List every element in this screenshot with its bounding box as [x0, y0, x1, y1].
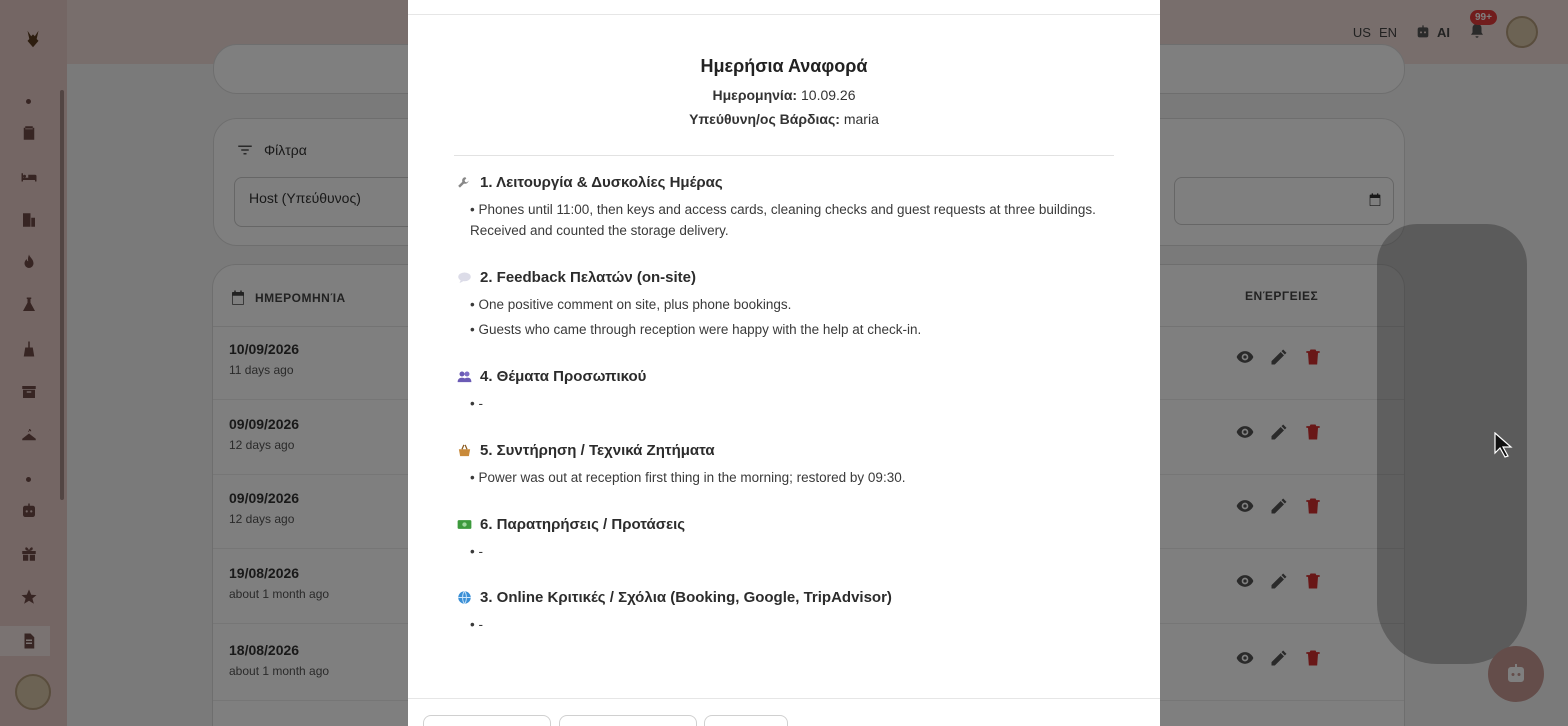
section-title: 3. Online Κριτικές / Σχόλια (Booking, Go… [480, 589, 892, 606]
section-title: 1. Λειτουργία & Δυσκολίες Ημέρας [480, 174, 723, 191]
section-heading: 2. Feedback Πελατών (on-site) [456, 269, 1096, 286]
modal-footer [408, 698, 1160, 726]
mouse-cursor-icon [1494, 432, 1513, 458]
section-item: - [470, 614, 1096, 635]
speech-bubble-icon [456, 270, 472, 286]
section-item: Phones until 11:00, then keys and access… [470, 199, 1096, 241]
report-section: 3. Online Κριτικές / Σχόλια (Booking, Go… [456, 589, 1096, 639]
section-title: 6. Παρατηρήσεις / Προτάσεις [480, 516, 686, 533]
globe-icon [456, 590, 472, 606]
report-section: 4. Θέματα Προσωπικού - [456, 368, 1096, 418]
section-heading: 5. Συντήρηση / Τεχνικά Ζητήματα [456, 442, 1096, 459]
section-heading: 1. Λειτουργία & Δυσκολίες Ημέρας [456, 174, 1096, 191]
report-date: Ημερομηνία: 10.09.26 [408, 87, 1160, 103]
modal-title: Ημερήσια Αναφορά [700, 56, 868, 76]
section-title: 5. Συντήρηση / Τεχνικά Ζητήματα [480, 442, 715, 459]
section-title: 4. Θέματα Προσωπικού [480, 368, 647, 385]
report-section: 5. Συντήρηση / Τεχνικά Ζητήματα Power was… [456, 442, 1096, 492]
report-section: 6. Παρατηρήσεις / Προτάσεις - [456, 516, 1096, 566]
modal-divider [454, 155, 1114, 156]
section-item: - [470, 393, 1096, 414]
report-section: 2. Feedback Πελατών (on-site) One positiv… [456, 269, 1096, 344]
section-title: 2. Feedback Πελατών (on-site) [480, 269, 696, 286]
section-heading: 3. Online Κριτικές / Σχόλια (Booking, Go… [456, 589, 1096, 606]
basket-icon [456, 443, 472, 459]
section-heading: 4. Θέματα Προσωπικού [456, 368, 1096, 385]
shift-lead-value: maria [843, 111, 879, 127]
section-item: Power was out at reception first thing i… [470, 467, 1096, 488]
modal-header-divider [408, 14, 1160, 15]
report-section: 1. Λειτουργία & Δυσκολίες Ημέρας Phones u… [456, 174, 1096, 245]
daily-report-modal: Ημερήσια Αναφορά Ημερομηνία: 10.09.26 Υπ… [408, 0, 1160, 726]
footer-button-1[interactable] [423, 715, 551, 726]
money-icon [456, 517, 472, 533]
section-item: One positive comment on site, plus phone… [470, 294, 1096, 315]
report-shift-lead: Υπεύθυνη/ος Βάρδιας: maria [408, 111, 1160, 127]
section-item: - [470, 541, 1096, 562]
people-icon [456, 369, 472, 385]
wrench-icon [456, 175, 472, 191]
section-heading: 6. Παρατηρήσεις / Προτάσεις [456, 516, 1096, 533]
report-date-value: 10.09.26 [801, 87, 856, 103]
shift-lead-label: Υπεύθυνη/ος Βάρδιας: [689, 111, 840, 127]
footer-button-2[interactable] [559, 715, 697, 726]
footer-button-3[interactable] [704, 715, 788, 726]
section-item: Guests who came through reception were h… [470, 319, 1096, 340]
report-date-label: Ημερομηνία: [712, 87, 798, 103]
